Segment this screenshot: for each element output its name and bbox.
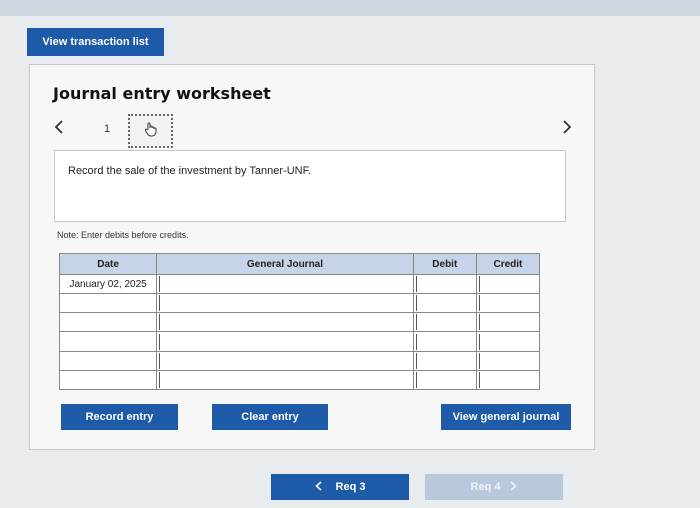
entry-selector[interactable] (128, 114, 173, 148)
hand-pointer-icon (143, 121, 159, 142)
account-input[interactable] (156, 331, 414, 352)
table-header-row: Date General Journal Debit Credit (58, 253, 541, 275)
chevron-right-icon[interactable] (562, 120, 572, 139)
date-cell (58, 312, 158, 333)
account-input[interactable] (156, 312, 414, 333)
column-header-date: Date (58, 253, 158, 275)
prev-requirement-button[interactable]: Req 3 (271, 474, 409, 500)
chevron-left-icon (314, 480, 322, 494)
table-row (58, 350, 541, 371)
credit-input[interactable] (475, 273, 541, 295)
instruction-text: Record the sale of the investment by Tan… (68, 165, 312, 177)
debit-input[interactable] (412, 293, 477, 314)
debit-input[interactable] (412, 273, 477, 295)
prev-requirement-label: Req 3 (335, 481, 366, 493)
date-cell: January 02, 2025 (58, 273, 158, 295)
record-entry-button[interactable]: Record entry (61, 404, 178, 430)
credit-input[interactable] (475, 369, 541, 391)
note-text: Note: Enter debits before credits. (57, 230, 189, 240)
top-strip (0, 0, 700, 16)
account-input[interactable] (156, 293, 414, 314)
credit-input[interactable] (475, 350, 541, 371)
table-row (58, 331, 541, 352)
table-row (58, 293, 541, 314)
credit-input[interactable] (475, 293, 541, 314)
chevron-right-icon (510, 480, 518, 494)
date-cell (58, 350, 158, 371)
date-cell (58, 293, 158, 314)
instruction-box: Record the sale of the investment by Tan… (54, 150, 566, 222)
table-row (58, 369, 541, 391)
debit-input[interactable] (412, 331, 477, 352)
debit-input[interactable] (412, 312, 477, 333)
account-input[interactable] (156, 273, 414, 295)
credit-input[interactable] (475, 312, 541, 333)
date-cell (58, 331, 158, 352)
view-general-journal-button[interactable]: View general journal (441, 404, 571, 430)
credit-input[interactable] (475, 331, 541, 352)
account-input[interactable] (156, 369, 414, 391)
journal-entry-worksheet-panel: Journal entry worksheet 1 Record the sal… (29, 64, 595, 450)
debit-input[interactable] (412, 350, 477, 371)
column-header-debit: Debit (412, 253, 477, 275)
debit-input[interactable] (412, 369, 477, 391)
next-requirement-label: Req 4 (470, 481, 501, 493)
clear-entry-button[interactable]: Clear entry (212, 404, 328, 430)
column-header-credit: Credit (475, 253, 541, 275)
date-cell (58, 369, 158, 391)
next-requirement-button[interactable]: Req 4 (425, 474, 563, 500)
page-title: Journal entry worksheet (53, 84, 271, 103)
view-transaction-list-button[interactable]: View transaction list (27, 28, 164, 56)
entry-number[interactable]: 1 (104, 123, 110, 135)
table-row: January 02, 2025 (58, 273, 541, 295)
chevron-left-icon[interactable] (54, 120, 64, 139)
table-row (58, 312, 541, 333)
column-header-general-journal: General Journal (156, 253, 414, 275)
journal-table: Date General Journal Debit Credit Januar… (58, 253, 541, 391)
account-input[interactable] (156, 350, 414, 371)
